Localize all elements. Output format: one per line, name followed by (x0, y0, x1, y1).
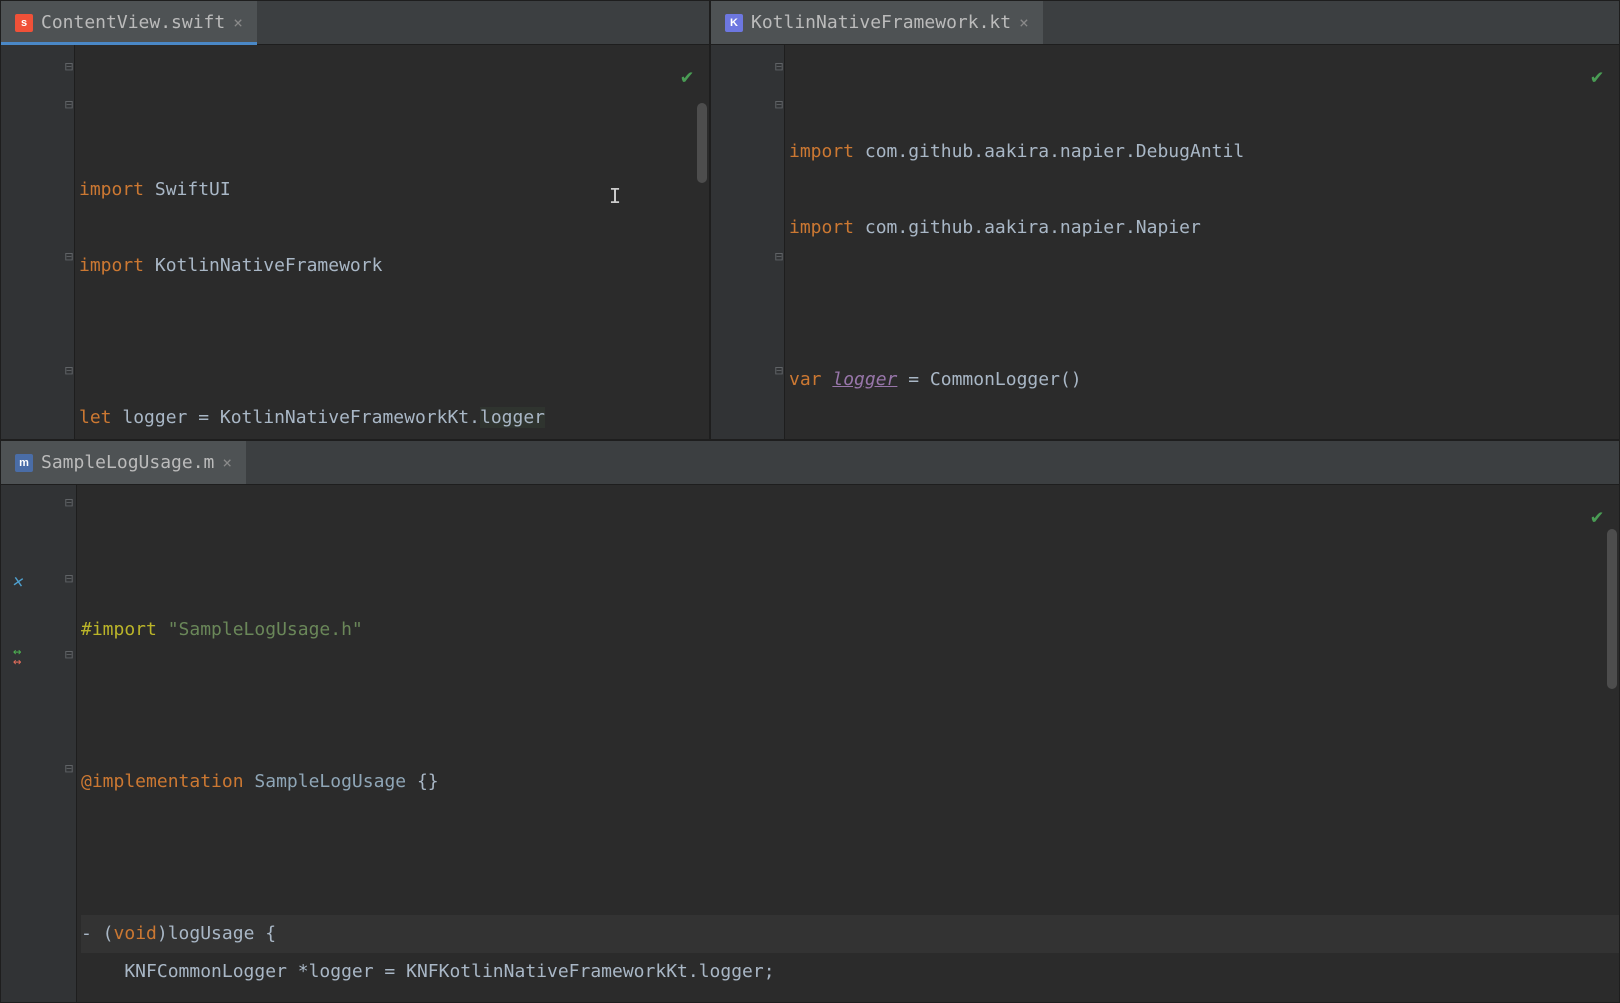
fold-toggle-icon[interactable]: ⊟ (773, 97, 785, 113)
code-area[interactable]: ✔ import com.github.aakira.napier.DebugA… (785, 45, 1619, 439)
kotlin-file-icon: K (725, 14, 743, 32)
tab-filename: KotlinNativeFramework.kt (751, 12, 1011, 33)
tab-filename: ContentView.swift (41, 12, 225, 33)
fold-toggle-icon[interactable]: ⊟ (63, 495, 75, 511)
tab-contentview-swift[interactable]: s ContentView.swift × (1, 1, 257, 44)
analysis-ok-icon: ✔ (1591, 57, 1603, 95)
scrollbar-thumb[interactable] (697, 103, 707, 183)
gutter: ⊟ ⊟ ⊟ ⊟ (47, 485, 77, 1002)
fold-toggle-icon[interactable]: ⊟ (63, 249, 75, 265)
code-editor[interactable]: ✕ ↔↔ ⊟ ⊟ ⊟ ⊟ ✔ #import "SampleLogUsage.h… (1, 485, 1619, 1002)
tabbar: m SampleLogUsage.m × (1, 441, 1619, 485)
editor-pane-bottom: m SampleLogUsage.m × ✕ ↔↔ ⊟ ⊟ ⊟ ⊟ ✔ #imp… (0, 440, 1620, 1003)
tabbar: K KotlinNativeFramework.kt × (711, 1, 1619, 45)
fold-toggle-icon[interactable]: ⊟ (63, 571, 75, 587)
fold-toggle-icon[interactable]: ⊟ (63, 363, 75, 379)
text-cursor-icon: I (609, 177, 621, 215)
code-area[interactable]: ✔ #import "SampleLogUsage.h" @implementa… (77, 485, 1619, 1002)
fold-toggle-icon[interactable]: ⊟ (773, 249, 785, 265)
fold-toggle-icon[interactable]: ⊟ (63, 97, 75, 113)
gutter-recursive-icon: ↔↔ (13, 647, 21, 667)
code-editor[interactable]: ⊟ ⊟ ⊟ ⊟ ✔ import SwiftUI import KotlinNa… (1, 45, 709, 439)
editor-pane-top-left: s ContentView.swift × ⊟ ⊟ ⊟ ⊟ ✔ import S… (0, 0, 710, 440)
close-icon[interactable]: × (1019, 13, 1029, 32)
fold-toggle-icon[interactable]: ⊟ (63, 761, 75, 777)
gutter-override-icon: ✕ (11, 570, 25, 593)
scrollbar-thumb[interactable] (1607, 529, 1617, 689)
code-editor[interactable]: ⊟ ⊟ ⊟ ⊟ ✔ import com.github.aakira.napie… (711, 45, 1619, 439)
fold-toggle-icon[interactable]: ⊟ (63, 59, 75, 75)
gutter: ⊟ ⊟ ⊟ ⊟ (1, 45, 75, 439)
swift-file-icon: s (15, 14, 33, 32)
code-area[interactable]: ✔ import SwiftUI import KotlinNativeFram… (75, 45, 709, 439)
close-icon[interactable]: × (222, 453, 232, 472)
tab-samplelogusage-m[interactable]: m SampleLogUsage.m × (1, 441, 246, 484)
tab-filename: SampleLogUsage.m (41, 452, 214, 473)
fold-toggle-icon[interactable]: ⊟ (63, 647, 75, 663)
breakpoint-gutter[interactable]: ✕ ↔↔ (1, 485, 47, 1002)
fold-toggle-icon[interactable]: ⊟ (773, 59, 785, 75)
close-icon[interactable]: × (233, 13, 243, 32)
tabbar: s ContentView.swift × (1, 1, 709, 45)
gutter: ⊟ ⊟ ⊟ ⊟ (711, 45, 785, 439)
analysis-ok-icon: ✔ (1591, 497, 1603, 535)
tab-kotlinnativeframework-kt[interactable]: K KotlinNativeFramework.kt × (711, 1, 1043, 44)
objc-file-icon: m (15, 454, 33, 472)
analysis-ok-icon: ✔ (681, 57, 693, 95)
editor-pane-top-right: K KotlinNativeFramework.kt × ⊟ ⊟ ⊟ ⊟ ✔ i… (710, 0, 1620, 440)
fold-toggle-icon[interactable]: ⊟ (773, 363, 785, 379)
